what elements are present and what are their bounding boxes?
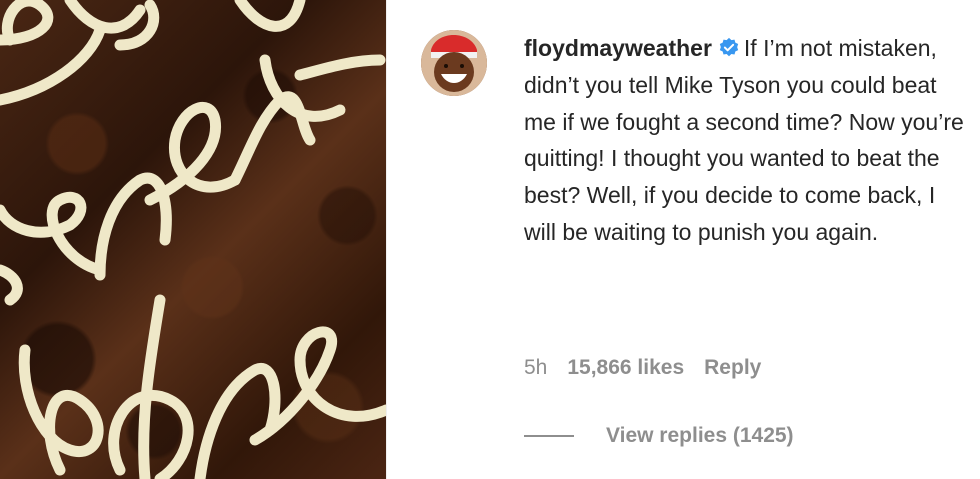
reply-button[interactable]: Reply (704, 356, 761, 380)
icing-lettering (0, 0, 386, 479)
comment-timestamp[interactable]: 5h (524, 356, 547, 380)
view-replies-label: View replies (1425) (606, 424, 794, 447)
comment-username[interactable]: floydmayweather (524, 35, 712, 61)
comment-meta: 5h 15,866 likes Reply (524, 356, 761, 380)
verified-badge-icon (718, 33, 740, 57)
comment-likes[interactable]: 15,866 likes (567, 356, 684, 380)
replies-line-icon (524, 435, 574, 437)
content-divider (386, 0, 387, 479)
post-image (0, 0, 386, 479)
avatar[interactable] (421, 30, 487, 96)
comment-text: If I’m not mistaken, didn’t you tell Mik… (524, 35, 964, 245)
comment-body: floydmayweather If I’m not mistaken, didn… (524, 30, 964, 251)
view-replies-button[interactable]: View replies (1425) (524, 424, 794, 448)
avatar-photo (421, 30, 487, 96)
